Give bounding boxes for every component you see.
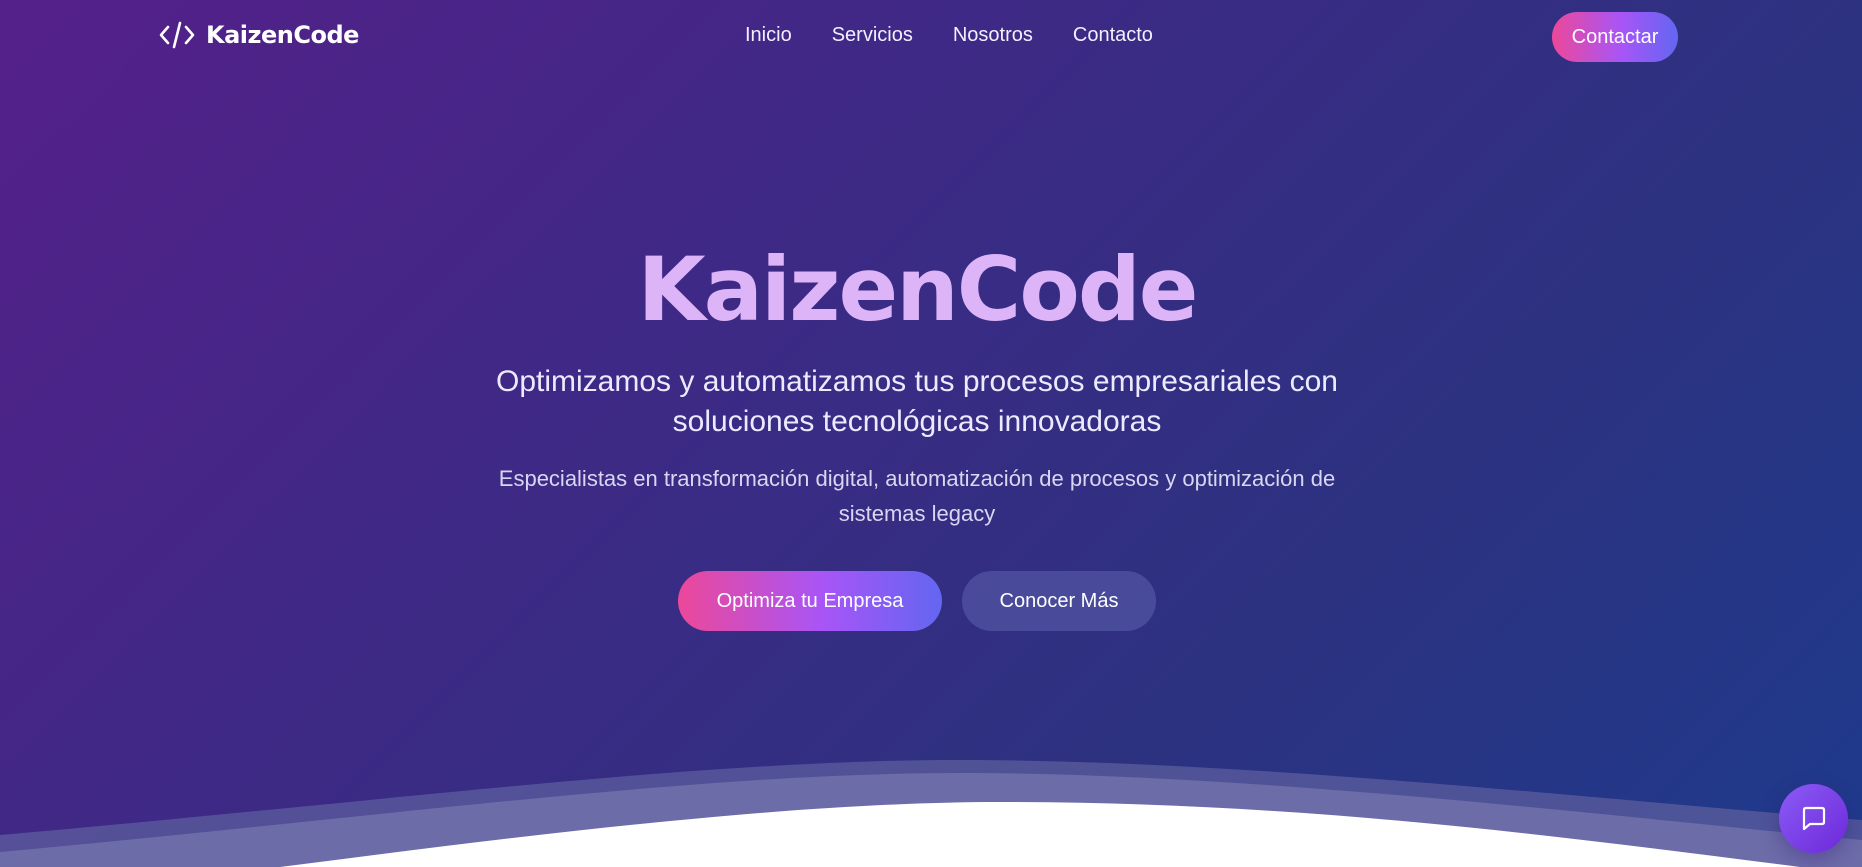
hero-description: Especialistas en transformación digital,…	[498, 466, 1336, 526]
logo[interactable]: KaizenCode	[158, 20, 359, 50]
nav-item-servicios[interactable]: Servicios	[832, 24, 913, 47]
hero-title: KaizenCode	[637, 238, 1198, 341]
nav-item-inicio[interactable]: Inicio	[745, 24, 792, 47]
site-header: KaizenCode Inicio Servicios Nosotros Con…	[0, 0, 1862, 76]
hero-subtitle: Optimizamos y automatizamos tus procesos…	[496, 365, 1338, 438]
nav-item-nosotros[interactable]: Nosotros	[953, 24, 1033, 47]
wave-divider	[0, 760, 1862, 867]
main-nav: Inicio Servicios Nosotros Contacto	[745, 24, 1153, 47]
code-brackets-icon	[158, 20, 196, 50]
chat-bubble-icon	[1799, 804, 1829, 834]
chat-widget-button[interactable]	[1779, 784, 1848, 853]
learn-more-button[interactable]: Conocer Más	[962, 571, 1156, 631]
logo-text: KaizenCode	[206, 21, 359, 49]
contact-button[interactable]: Contactar	[1552, 12, 1678, 62]
optimize-company-button[interactable]: Optimiza tu Empresa	[678, 571, 942, 631]
nav-item-contacto[interactable]: Contacto	[1073, 24, 1153, 47]
